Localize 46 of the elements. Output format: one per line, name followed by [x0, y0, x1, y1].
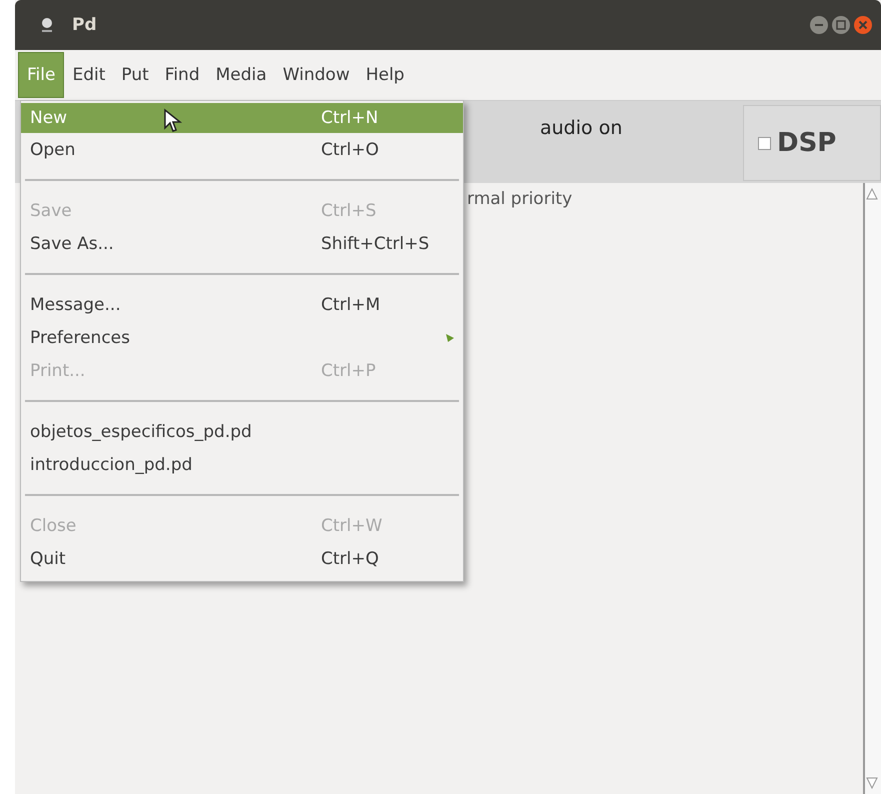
- entry-label: New: [30, 108, 68, 128]
- entry-label: Save: [30, 200, 72, 220]
- shortcut-label: Ctrl+P: [321, 360, 377, 380]
- dsp-toggle[interactable]: DSP: [743, 105, 881, 181]
- menu-entry[interactable]: Preferences: [21, 321, 463, 354]
- close-icon[interactable]: [853, 15, 873, 35]
- menu-entry[interactable]: Open Ctrl+O: [21, 133, 463, 166]
- shortcut-label: Ctrl+S: [321, 200, 378, 220]
- entry-label: Save As...: [30, 234, 114, 254]
- menu-entry[interactable]: Message... Ctrl+M: [21, 288, 463, 321]
- minimize-icon[interactable]: [809, 15, 829, 35]
- window-title: Pd: [72, 15, 97, 35]
- shortcut-label: Shift+Ctrl+S: [321, 234, 430, 254]
- entry-label: introduccion_pd.pd: [30, 454, 192, 474]
- console-text: rmal priority: [467, 189, 574, 209]
- menu-entry[interactable]: introduccion_pd.pd: [21, 448, 463, 481]
- menu-item[interactable]: Help: [358, 53, 412, 97]
- menu-item[interactable]: Put: [113, 53, 157, 97]
- entry-label: objetos_especificos_pd.pd: [30, 422, 252, 442]
- shortcut-label: Ctrl+N: [321, 108, 380, 128]
- app-icon: [40, 17, 54, 33]
- shortcut-label: Ctrl+O: [321, 140, 380, 160]
- shortcut-label: Ctrl+W: [321, 516, 384, 536]
- audio-status: audio on: [540, 117, 622, 141]
- menu-entry[interactable]: Save As... Shift+Ctrl+S: [21, 227, 463, 260]
- entry-label: Quit: [30, 548, 66, 568]
- maximize-icon[interactable]: [831, 15, 851, 35]
- pointer-icon: [163, 108, 183, 134]
- dsp-checkbox[interactable]: [758, 136, 771, 150]
- submenu-arrow-icon: [445, 332, 455, 342]
- menu-entry[interactable]: Quit Ctrl+Q: [21, 542, 463, 575]
- menu-item[interactable]: Find: [156, 53, 208, 97]
- menu-item[interactable]: Window: [274, 53, 358, 97]
- menu-item[interactable]: Media: [208, 53, 275, 97]
- menu-item[interactable]: Edit: [64, 53, 114, 97]
- shortcut-label: Ctrl+M: [321, 294, 382, 314]
- menu-entry[interactable]: objetos_especificos_pd.pd: [21, 415, 463, 448]
- entry-label: Close: [30, 516, 76, 536]
- entry-label: Open: [30, 140, 76, 160]
- scroll-up-icon[interactable]: [865, 187, 879, 201]
- entry-label: Preferences: [30, 328, 130, 348]
- entry-label: Print...: [30, 360, 86, 380]
- entry-label: Message...: [30, 294, 121, 314]
- shortcut-label: Ctrl+Q: [321, 548, 380, 568]
- scroll-down-icon[interactable]: [865, 776, 879, 790]
- scrollbar[interactable]: [863, 183, 881, 794]
